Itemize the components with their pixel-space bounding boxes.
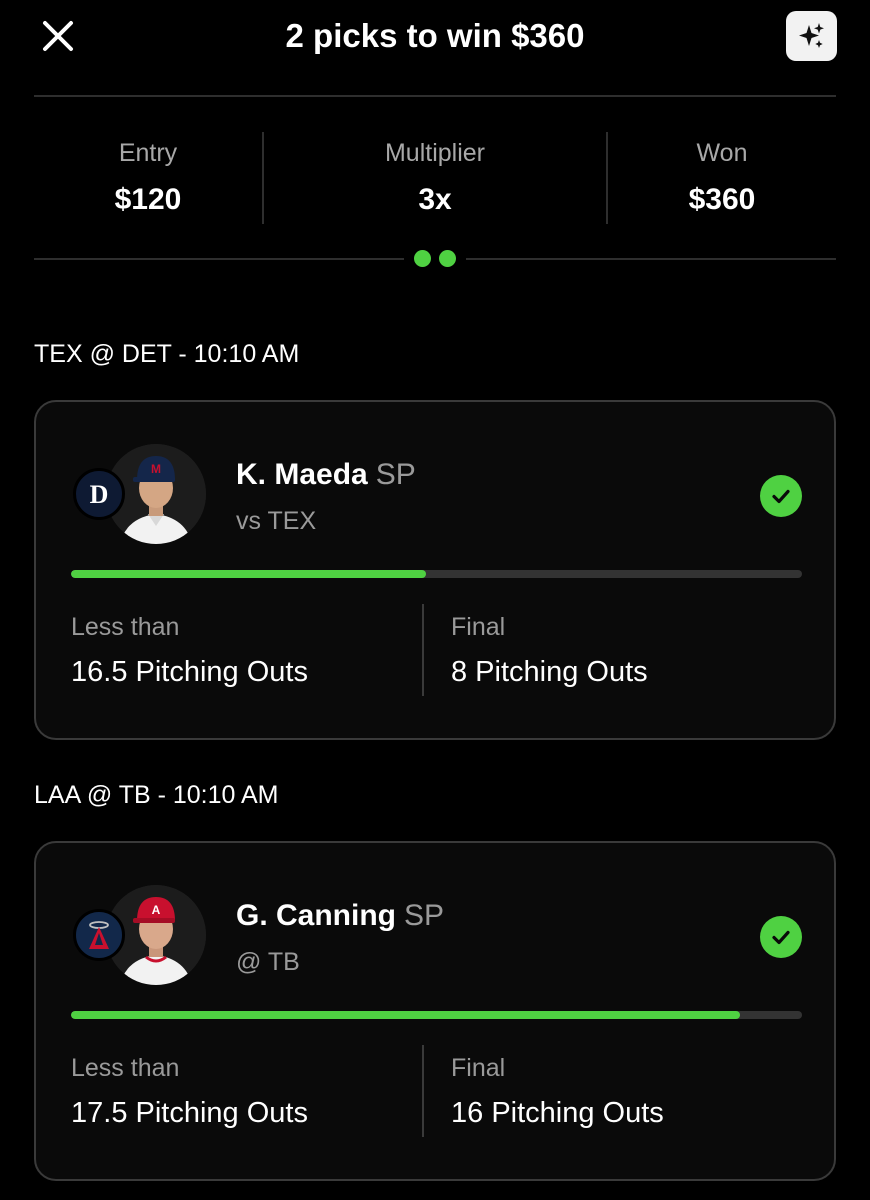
tigers-logo-icon: D <box>73 468 125 520</box>
player-position: SP <box>375 458 416 491</box>
pick-card[interactable]: M D K. Maeda SP vs TEX Less than 16.5 Pit… <box>34 400 836 740</box>
svg-text:D: D <box>90 480 109 509</box>
header: 2 picks to win $360 <box>0 0 870 96</box>
game-label: TEX @ DET - 10:10 AM <box>34 340 300 368</box>
final-value: 16 Pitching Outs <box>451 1097 664 1129</box>
page-dot[interactable] <box>414 250 431 267</box>
player-name-text: G. Canning <box>236 899 396 932</box>
entry-value: $120 <box>114 183 182 216</box>
final-label: Final <box>451 613 506 641</box>
check-icon <box>760 475 802 517</box>
won-label: Won <box>696 139 748 167</box>
line-label: Less than <box>71 1054 180 1082</box>
player-name: G. Canning SP <box>236 898 444 934</box>
multiplier-label: Multiplier <box>384 139 486 167</box>
player-position: SP <box>404 899 445 932</box>
won-stat: Won $360 <box>608 132 836 224</box>
pick-card[interactable]: A G. Canning SP @ TB Less than 17.5 Pitch… <box>34 841 836 1181</box>
progress-bar <box>71 570 802 578</box>
entry-label: Entry <box>118 139 178 167</box>
angels-logo-icon <box>73 909 125 961</box>
game-label: LAA @ TB - 10:10 AM <box>34 781 279 809</box>
entry-stat: Entry $120 <box>34 132 262 224</box>
check-icon <box>760 916 802 958</box>
entry-summary: Entry $120 Multiplier 3x Won $360 <box>34 132 836 224</box>
sparkle-button[interactable] <box>786 11 837 61</box>
line-value: 16.5 Pitching Outs <box>71 656 308 688</box>
player-name: K. Maeda SP <box>236 457 416 493</box>
page-dot[interactable] <box>439 250 456 267</box>
opponent: @ TB <box>236 948 300 976</box>
opponent: vs TEX <box>236 507 317 535</box>
multiplier-stat: Multiplier 3x <box>264 132 606 224</box>
card-divider <box>422 1045 424 1137</box>
final-label: Final <box>451 1054 506 1082</box>
progress-fill <box>71 570 426 578</box>
svg-text:M: M <box>151 462 161 476</box>
sparkle-icon <box>798 23 824 48</box>
player-name-text: K. Maeda <box>236 458 368 491</box>
final-value: 8 Pitching Outs <box>451 656 648 688</box>
multiplier-value: 3x <box>418 183 452 216</box>
svg-text:A: A <box>152 903 161 917</box>
line-value: 17.5 Pitching Outs <box>71 1097 308 1129</box>
pager-line-right <box>466 258 836 260</box>
header-divider <box>34 95 836 97</box>
progress-fill <box>71 1011 740 1019</box>
won-value: $360 <box>688 183 756 216</box>
progress-bar <box>71 1011 802 1019</box>
pager-line-left <box>34 258 404 260</box>
line-label: Less than <box>71 613 180 641</box>
page-title: 2 picks to win $360 <box>285 17 585 54</box>
card-divider <box>422 604 424 696</box>
